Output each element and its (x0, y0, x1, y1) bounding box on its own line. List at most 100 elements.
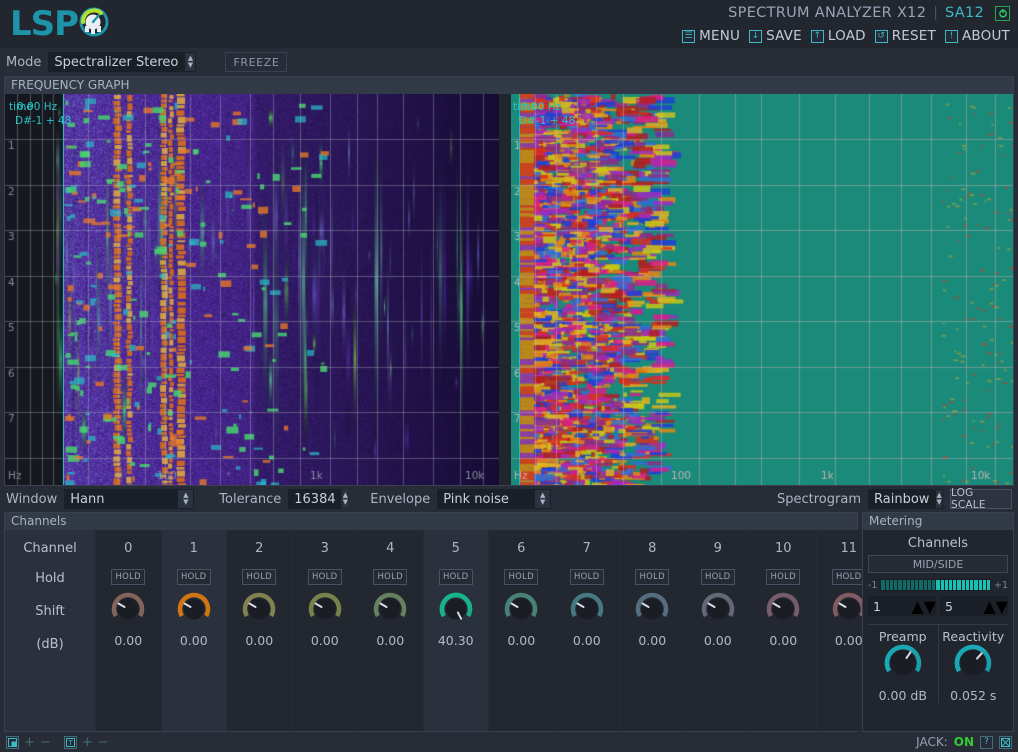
shift-knob-0[interactable] (111, 589, 145, 629)
shift-value-2: 0.00 (245, 632, 274, 648)
shift-knob-11[interactable] (832, 589, 866, 629)
shift-knob-4[interactable] (373, 589, 407, 629)
shift-knob-3[interactable] (308, 589, 342, 629)
hold-button-9[interactable]: HOLD (700, 569, 735, 585)
menu-button-menu-label: MENU (699, 28, 741, 44)
spinner-icon[interactable]: ▲▼ (936, 490, 942, 508)
shift-value-6: 0.00 (507, 632, 536, 648)
channel-column-7[interactable]: 7 HOLD 0.00 (553, 530, 619, 731)
meter-segment (936, 580, 940, 590)
shift-knob-8[interactable] (635, 589, 669, 629)
power-icon[interactable] (995, 5, 1010, 21)
meter-segment (986, 580, 991, 590)
spinner-icon[interactable]: ▲▼ (911, 597, 936, 616)
hold-button-6[interactable]: HOLD (504, 569, 539, 585)
window-scale-increase[interactable]: + (24, 736, 35, 749)
hold-button-5[interactable]: HOLD (438, 569, 473, 585)
window-scale-icon[interactable] (6, 735, 19, 749)
log-scale-button[interactable]: LOG SCALE (950, 487, 1012, 511)
channel-column-0[interactable]: 0 HOLD 0.00 (95, 530, 161, 731)
hold-button-1[interactable]: HOLD (176, 569, 211, 585)
hold-button-8[interactable]: HOLD (635, 569, 670, 585)
meter-segment (889, 580, 894, 590)
shift-knob-6[interactable] (504, 589, 538, 629)
spinner-icon[interactable]: ▲▼ (342, 490, 349, 508)
shift-knob-5[interactable] (439, 589, 473, 629)
hold-button-10[interactable]: HOLD (766, 569, 801, 585)
channel-column-6[interactable]: 6 HOLD 0.00 (488, 530, 554, 731)
cursor-line-vertical (63, 94, 64, 485)
channel-number-6: 6 (517, 540, 526, 556)
menu-button-reset[interactable]: ↺ RESET (874, 28, 936, 44)
spectrogram-canvas-left[interactable] (5, 94, 499, 485)
metering-channel-right-input[interactable]: 5 ▲▼ (940, 596, 1008, 616)
mode-bar: Mode Spectralizer Stereo ▲ ▼ FREEZE (0, 48, 1018, 76)
spinner-icon[interactable]: ▲▼ (178, 490, 194, 508)
channel-number-5: 5 (451, 540, 460, 556)
channel-column-3[interactable]: 3 HOLD 0.00 (291, 530, 357, 731)
hold-button-3[interactable]: HOLD (307, 569, 342, 585)
menu-button-menu[interactable]: ☰ MENU (682, 28, 740, 44)
font-scale-increase[interactable]: + (82, 736, 93, 749)
reactivity-knob[interactable] (954, 644, 992, 686)
hold-button-7[interactable]: HOLD (569, 569, 604, 585)
hold-button-4[interactable]: HOLD (373, 569, 408, 585)
window-select[interactable]: Hann ▲ ▼ (64, 489, 195, 509)
channel-column-10[interactable]: 10 HOLD 0.00 (750, 530, 816, 731)
parameter-bar: Window Hann ▲ ▼ Tolerance 16384 ▲ ▼ Envelo… (0, 486, 1018, 512)
metering-group-title: Metering (863, 513, 1013, 530)
freeze-button[interactable]: FREEZE (225, 52, 288, 72)
preamp-knob[interactable] (884, 644, 922, 686)
preamp-value: 0.00 dB (878, 688, 927, 703)
font-scale-icon[interactable]: T (63, 735, 77, 749)
plugin-short-name: SA12 (944, 5, 984, 21)
meter-segment (974, 580, 978, 590)
midside-button[interactable]: MID/SIDE (868, 555, 1008, 573)
spectrogram-pane-right[interactable]: time 0.00 Hz D#-1 + 48 (511, 94, 1013, 485)
channel-column-9[interactable]: 9 HOLD 0.00 (684, 530, 750, 731)
pane-divider (499, 94, 511, 485)
tolerance-select[interactable]: 16384 ▲ ▼ (288, 489, 349, 509)
spinner-icon[interactable]: ▲▼ (535, 490, 551, 508)
metering-channel-left-input[interactable]: 1 ▲▼ (868, 596, 936, 616)
frequency-graph-area[interactable]: time 0.00 Hz D#-1 + 48 time 0.00 Hz D#-1… (5, 94, 1013, 485)
shift-knob-9[interactable] (701, 589, 735, 629)
spectrogram-pane-left[interactable]: time 0.00 Hz D#-1 + 48 (5, 94, 499, 485)
channel-column-4[interactable]: 4 HOLD 0.00 (357, 530, 423, 731)
fullscreen-icon[interactable] (999, 735, 1012, 749)
meter-segment (961, 580, 965, 590)
hold-button-0[interactable]: HOLD (111, 569, 146, 585)
hold-button-2[interactable]: HOLD (242, 569, 277, 585)
envelope-select[interactable]: Pink noise ▲ ▼ (437, 489, 552, 509)
shift-value-5: 40.30 (437, 632, 474, 648)
hold-button-11[interactable]: HOLD (831, 569, 866, 585)
question-help-icon[interactable]: ? (980, 735, 993, 749)
mode-label: Mode (6, 54, 42, 70)
channel-column-8[interactable]: 8 HOLD 0.00 (619, 530, 685, 731)
menu-button-about[interactable]: ! ABOUT (944, 28, 1010, 44)
window-scale-decrease[interactable]: − (40, 736, 51, 749)
logo-text: LSP (10, 4, 79, 44)
meter-segment (894, 580, 898, 590)
shift-knob-1[interactable] (177, 589, 211, 629)
shift-knob-2[interactable] (242, 589, 276, 629)
hamburger-icon: ☰ (682, 29, 696, 43)
font-scale-decrease[interactable]: − (98, 736, 109, 749)
shift-value-8: 0.00 (638, 632, 667, 648)
metering-spin-row: 1 ▲▼ 5 ▲▼ (868, 596, 1008, 616)
spinner-icon[interactable]: ▲▼ (185, 53, 196, 71)
mode-select[interactable]: Spectralizer Stereo ▲ ▼ (48, 52, 197, 72)
channel-column-2[interactable]: 2 HOLD 0.00 (226, 530, 292, 731)
header-bar: LSP SPECTRUM ANALYZER X12 | SA12 ☰ MENU … (0, 0, 1018, 48)
spinner-icon[interactable]: ▲▼ (983, 597, 1008, 616)
shift-knob-7[interactable] (570, 589, 604, 629)
channel-columns: 0 HOLD 0.00 1 HOLD 0.00 2 HOLD 0.00 3 HOLD 0.00… (95, 530, 882, 731)
shift-knob-10[interactable] (766, 589, 800, 629)
spectrogram-canvas-right[interactable] (511, 94, 1013, 485)
menu-button-save[interactable]: ↓ SAVE (749, 28, 802, 44)
channel-column-1[interactable]: 1 HOLD 0.00 (160, 530, 226, 731)
channel-column-5[interactable]: 5 HOLD 40.30 (422, 530, 488, 731)
spectrogram-select[interactable]: Rainbow ▲ ▼ (868, 489, 943, 509)
menu-button-load[interactable]: ↑ LOAD (810, 28, 866, 44)
balance-meter[interactable] (880, 579, 991, 591)
